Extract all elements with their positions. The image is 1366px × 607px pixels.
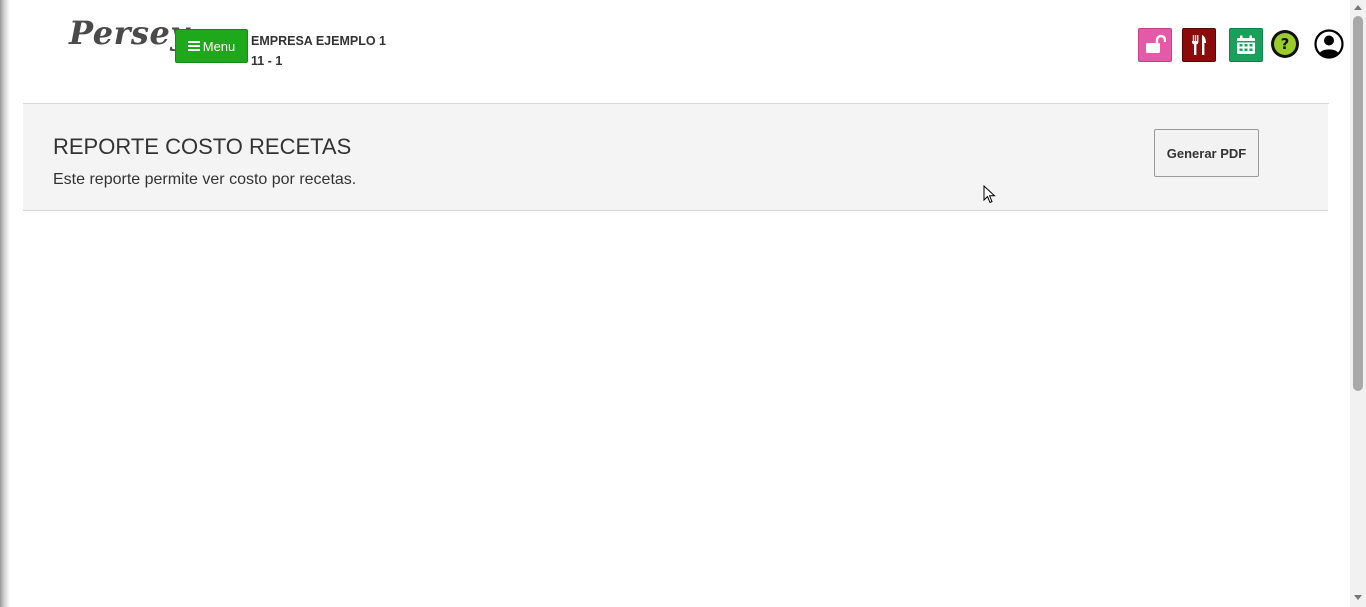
hamburger-icon — [187, 41, 200, 51]
report-title: REPORTE COSTO RECETAS — [53, 134, 352, 159]
scrollbar-thumb[interactable] — [1353, 16, 1363, 391]
report-header-panel: REPORTE COSTO RECETAS Este reporte permi… — [23, 104, 1328, 211]
calendar-button[interactable] — [1229, 28, 1263, 62]
scroll-up-icon[interactable] — [1354, 5, 1362, 10]
company-info: EMPRESA EJEMPLO 1 11 - 1 — [251, 31, 386, 71]
fork-knife-icon — [1192, 35, 1206, 55]
menu-button[interactable]: Menu — [175, 29, 248, 63]
scroll-down-icon[interactable] — [1354, 595, 1362, 600]
company-name: EMPRESA EJEMPLO 1 — [251, 34, 386, 48]
calendar-icon — [1237, 35, 1255, 54]
top-header: Persey Menu EMPRESA EJEMPLO 1 11 - 1 ? — [0, 0, 1350, 103]
persey-logo[interactable]: Persey — [69, 14, 189, 52]
recipes-button[interactable] — [1182, 28, 1216, 62]
unlock-button[interactable] — [1138, 28, 1172, 62]
user-account-icon — [1314, 29, 1344, 59]
user-account-button[interactable] — [1314, 29, 1344, 59]
report-description: Este reporte permite ver costo por recet… — [53, 171, 357, 188]
lock-open-icon — [1146, 34, 1166, 53]
company-code: 11 - 1 — [251, 54, 283, 68]
generate-pdf-button[interactable]: Generar PDF — [1154, 129, 1259, 177]
vertical-scrollbar[interactable] — [1350, 0, 1366, 607]
help-button[interactable]: ? — [1271, 30, 1299, 58]
menu-button-label: Menu — [202, 38, 236, 54]
mouse-cursor-icon — [983, 185, 996, 204]
help-icon: ? — [1274, 33, 1296, 55]
